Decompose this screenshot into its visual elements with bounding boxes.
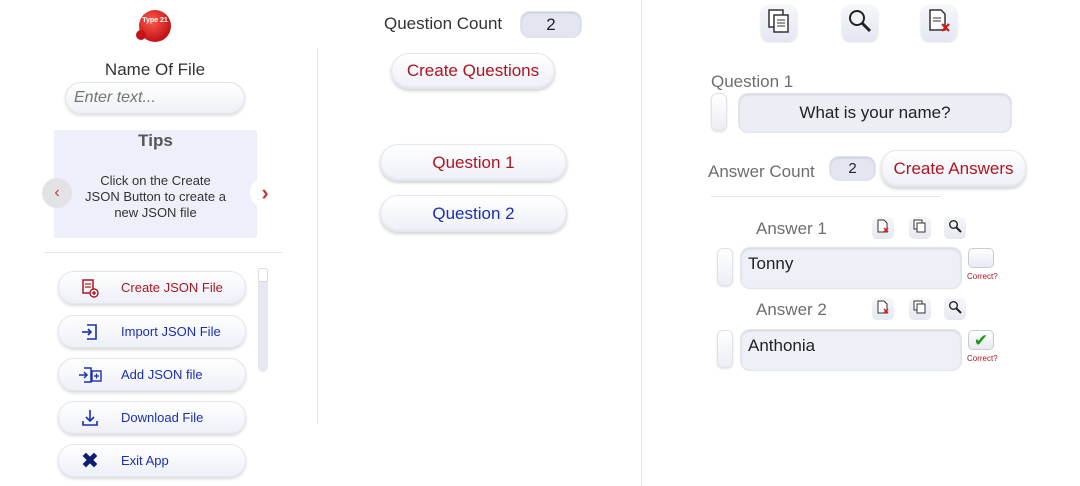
exit-app-label: Exit App xyxy=(121,453,169,468)
delete-file-button[interactable] xyxy=(921,5,957,41)
divider xyxy=(317,48,318,424)
delete-file-icon xyxy=(876,219,890,238)
file-name-input[interactable] xyxy=(65,82,245,114)
correct-label: Correct? xyxy=(967,272,998,281)
copy-answer-button[interactable] xyxy=(909,298,931,320)
download-file-button[interactable]: Download File xyxy=(58,401,246,434)
answer-text-field[interactable]: Tonny xyxy=(740,247,962,289)
question-handle[interactable] xyxy=(711,93,727,131)
question-text-field[interactable]: What is your name? xyxy=(738,93,1012,133)
file-name-label: Name Of File xyxy=(104,60,206,79)
answer-count-input[interactable]: 2 xyxy=(829,156,876,181)
tips-next-button[interactable]: › xyxy=(250,178,280,208)
answer-handle[interactable] xyxy=(717,248,733,286)
divider xyxy=(44,252,282,253)
search-button[interactable] xyxy=(842,5,878,41)
tips-title: Tips xyxy=(138,131,173,150)
delete-answer-button[interactable] xyxy=(872,217,894,239)
chevron-left-icon: ‹ xyxy=(54,184,60,201)
add-json-button[interactable]: Add JSON file xyxy=(58,358,246,391)
copy-button[interactable] xyxy=(761,5,797,41)
import-json-label: Import JSON File xyxy=(121,324,221,339)
create-json-button[interactable]: Create JSON File xyxy=(58,271,246,304)
question-count-input[interactable]: 2 xyxy=(520,11,582,38)
correct-checkbox[interactable]: ✔ xyxy=(968,330,994,350)
question-count-label: Question Count xyxy=(384,14,503,33)
divider xyxy=(641,0,642,486)
divider xyxy=(711,196,941,197)
add-file-icon xyxy=(59,365,121,385)
answer-count-label: Answer Count xyxy=(708,162,815,181)
tips-prev-button[interactable]: ‹ xyxy=(42,178,72,208)
menu-scrollbar[interactable] xyxy=(258,268,268,372)
scroll-thumb[interactable] xyxy=(258,268,268,282)
question-item[interactable]: Question 2 xyxy=(380,195,567,232)
search-icon xyxy=(948,300,962,319)
app-logo: Type 21 xyxy=(136,10,171,42)
answer-label: Answer 1 xyxy=(756,219,827,238)
logo-text: Type 21 xyxy=(142,17,168,24)
chevron-right-icon: › xyxy=(261,180,269,205)
delete-answer-button[interactable] xyxy=(872,298,894,320)
search-icon xyxy=(948,219,962,238)
import-json-button[interactable]: Import JSON File xyxy=(58,315,246,348)
exit-app-button[interactable]: ✖ Exit App xyxy=(58,444,246,477)
tips-text: Click on the Create JSON Button to creat… xyxy=(85,173,226,220)
answer-handle[interactable] xyxy=(717,330,733,368)
question-label: Question 1 xyxy=(711,72,794,91)
delete-file-icon xyxy=(927,8,951,39)
copy-icon xyxy=(913,300,927,319)
import-icon xyxy=(59,322,121,342)
create-json-label: Create JSON File xyxy=(121,280,223,295)
copy-answer-button[interactable] xyxy=(909,217,931,239)
search-icon xyxy=(847,8,873,39)
answer-label: Answer 2 xyxy=(756,300,827,319)
search-answer-button[interactable] xyxy=(944,298,966,320)
correct-label: Correct? xyxy=(967,354,998,363)
download-icon xyxy=(59,408,121,428)
add-json-label: Add JSON file xyxy=(121,367,203,382)
create-answers-button[interactable]: Create Answers xyxy=(881,150,1026,187)
checkmark-icon: ✔ xyxy=(973,330,989,350)
create-questions-button[interactable]: Create Questions xyxy=(391,53,555,89)
correct-checkbox[interactable] xyxy=(968,248,994,268)
answer-text-field[interactable]: Anthonia xyxy=(740,329,962,371)
tips-card: Tips Click on the Create JSON Button to … xyxy=(54,130,257,238)
close-icon: ✖ xyxy=(80,447,100,473)
question-item[interactable]: Question 1 xyxy=(380,144,567,181)
create-file-icon xyxy=(59,278,121,298)
search-answer-button[interactable] xyxy=(944,217,966,239)
copy-icon xyxy=(913,219,927,238)
delete-file-icon xyxy=(876,300,890,319)
copy-icon xyxy=(767,8,791,39)
download-file-label: Download File xyxy=(121,410,204,425)
